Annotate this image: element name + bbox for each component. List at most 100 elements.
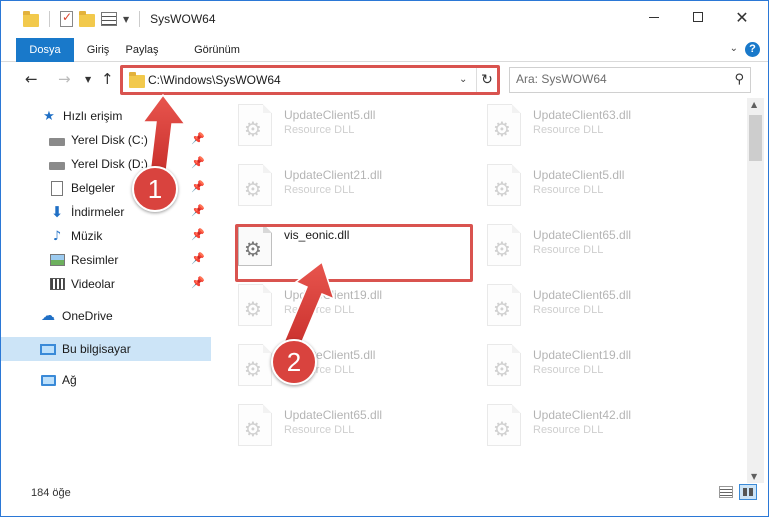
new-folder-icon[interactable] xyxy=(79,10,95,27)
help-button[interactable]: ? xyxy=(745,42,760,57)
cloud-icon: ☁ xyxy=(41,308,55,324)
file-item[interactable]: ⚙ UpdateClient65.dll Resource DLL xyxy=(463,218,698,270)
vertical-scrollbar[interactable]: ▲ ▼ xyxy=(747,98,764,483)
pin-icon[interactable]: 📌 xyxy=(191,276,205,289)
search-icon[interactable]: ⚲ xyxy=(734,72,744,87)
pin-icon[interactable]: 📌 xyxy=(191,228,205,241)
download-icon: ⬇ xyxy=(50,203,64,221)
sidebar-item-music[interactable]: ♪ Müzik 📌 xyxy=(1,224,211,248)
address-path[interactable]: C:\Windows\SysWOW64 xyxy=(148,73,281,87)
gear-icon: ⚙ xyxy=(244,117,262,141)
music-icon: ♪ xyxy=(52,228,62,244)
recent-locations-icon[interactable]: ▼ xyxy=(85,75,91,84)
address-bar[interactable]: C:\Windows\SysWOW64 ⌄ ↻ xyxy=(122,67,498,93)
scroll-thumb[interactable] xyxy=(749,115,762,161)
file-item[interactable]: ⚙ UpdateClient19.dll Resource DLL xyxy=(214,278,449,330)
sidebar-item-videos[interactable]: Videolar 📌 xyxy=(1,272,211,296)
chevron-down-icon[interactable]: ▼ xyxy=(123,15,129,24)
tab-share[interactable]: Paylaş xyxy=(121,38,163,62)
scroll-up-icon[interactable]: ▲ xyxy=(751,100,757,109)
file-name: UpdateClient19.dll xyxy=(284,288,383,302)
gear-icon: ⚙ xyxy=(493,357,511,381)
sidebar-item-pictures[interactable]: Resimler 📌 xyxy=(1,248,211,272)
gear-icon: ⚙ xyxy=(244,237,262,261)
dll-file-icon: ⚙ xyxy=(487,344,521,386)
details-view-icon[interactable] xyxy=(719,486,733,498)
chevron-down-icon[interactable]: ⌄ xyxy=(459,74,467,85)
gear-icon: ⚙ xyxy=(493,417,511,441)
back-arrow-icon[interactable]: ← xyxy=(25,70,38,88)
sidebar-item-network[interactable]: Ağ xyxy=(1,368,211,392)
properties-icon[interactable] xyxy=(60,10,73,27)
navigation-bar: ← → ▼ ↑ C:\Windows\SysWOW64 ⌄ ↻ ⚲ xyxy=(1,63,768,97)
file-item[interactable]: ⚙ UpdateClient21.dll Resource DLL xyxy=(214,158,449,210)
sidebar-item-onedrive[interactable]: ☁ OneDrive xyxy=(1,304,211,328)
item-count: 184 öğe xyxy=(31,487,71,499)
forward-arrow-icon[interactable]: → xyxy=(58,70,71,88)
drive-icon xyxy=(49,132,65,148)
pin-icon[interactable]: 📌 xyxy=(191,156,205,169)
file-item[interactable]: ⚙ UpdateClient5.dll Resource DLL xyxy=(214,98,449,150)
file-type: Resource DLL xyxy=(533,364,604,376)
refresh-icon[interactable]: ↻ xyxy=(476,68,497,92)
dll-file-icon: ⚙ xyxy=(238,164,272,206)
close-icon: ✕ xyxy=(735,7,749,27)
dll-file-icon: ⚙ xyxy=(238,284,272,326)
tab-file[interactable]: Dosya xyxy=(16,38,74,62)
file-name: UpdateClient65.dll xyxy=(284,408,383,422)
sidebar-item-downloads[interactable]: ⬇ İndirmeler 📌 xyxy=(1,200,211,224)
sidebar-item-this-pc[interactable]: Bu bilgisayar xyxy=(1,337,211,361)
sidebar-item-label: OneDrive xyxy=(62,309,113,323)
sidebar-item-quick-access[interactable]: ★ Hızlı erişim xyxy=(1,104,211,128)
search-input[interactable] xyxy=(516,72,716,86)
file-item[interactable]: ⚙ UpdateClient65.dll Resource DLL xyxy=(463,278,698,330)
file-item[interactable]: ⚙ UpdateClient42.dll Resource DLL xyxy=(463,398,698,450)
pin-icon[interactable]: 📌 xyxy=(191,132,205,145)
file-type: Resource DLL xyxy=(284,184,355,196)
sidebar-item-local-disk-c[interactable]: Yerel Disk (C:) 📌 xyxy=(1,128,211,152)
search-box[interactable]: ⚲ xyxy=(509,67,751,93)
sidebar-item-label: Resimler xyxy=(71,253,119,267)
maximize-button[interactable] xyxy=(675,1,721,33)
sidebar-item-local-disk-d[interactable]: Yerel Disk (D:) 📌 xyxy=(1,152,211,176)
file-item[interactable]: ⚙ UpdateClient65.dll Resource DLL xyxy=(214,398,449,450)
tab-view[interactable]: Görünüm xyxy=(189,38,245,62)
pin-icon[interactable]: 📌 xyxy=(191,204,205,217)
scroll-down-icon[interactable]: ▼ xyxy=(751,472,757,481)
sidebar-item-label: Ağ xyxy=(62,373,77,387)
dll-file-icon: ⚙ xyxy=(487,164,521,206)
close-button[interactable]: ✕ xyxy=(719,1,765,33)
callout-badge-1: 1 xyxy=(132,166,178,212)
network-icon xyxy=(40,372,56,388)
file-item-vis-eonic[interactable]: ⚙ vis_eonic.dll xyxy=(214,218,449,270)
file-item[interactable]: ⚙ UpdateClient19.dll Resource DLL xyxy=(463,338,698,390)
view-options-icon[interactable] xyxy=(101,12,117,26)
pictures-icon xyxy=(49,252,65,268)
file-item[interactable]: ⚙ UpdateClient63.dll Resource DLL xyxy=(463,98,698,150)
pin-icon[interactable]: 📌 xyxy=(191,180,205,193)
sidebar-item-label: Yerel Disk (D:) xyxy=(71,157,148,171)
pin-icon[interactable]: 📌 xyxy=(191,252,205,265)
file-type: Resource DLL xyxy=(284,424,355,436)
star-icon: ★ xyxy=(43,108,55,124)
up-arrow-icon[interactable]: ↑ xyxy=(101,70,114,88)
tiles-view-icon[interactable] xyxy=(739,484,757,500)
dll-file-icon: ⚙ xyxy=(487,284,521,326)
minimize-button[interactable] xyxy=(631,1,677,33)
file-item[interactable]: ⚙ UpdateClient5.dll Resource DLL xyxy=(463,158,698,210)
file-type: Resource DLL xyxy=(284,304,355,316)
maximize-icon xyxy=(693,12,703,22)
dll-file-icon: ⚙ xyxy=(238,404,272,446)
tab-home[interactable]: Giriş xyxy=(81,38,115,62)
window-title: SysWOW64 xyxy=(150,12,216,26)
chevron-down-icon[interactable]: ⌄ xyxy=(730,43,738,54)
file-type: Resource DLL xyxy=(284,124,355,136)
quick-access-toolbar: ▼ SysWOW64 xyxy=(23,10,216,27)
sidebar-item-label: Hızlı erişim xyxy=(63,109,123,123)
file-name: UpdateClient42.dll xyxy=(533,408,632,422)
sidebar-item-label: Müzik xyxy=(71,229,103,243)
file-name: vis_eonic.dll xyxy=(284,228,350,242)
file-item[interactable]: ⚙ UpdateClient5.dll Resource DLL xyxy=(214,338,449,390)
sidebar-item-label: Yerel Disk (C:) xyxy=(71,133,148,147)
sidebar-item-documents[interactable]: Belgeler 📌 xyxy=(1,176,211,200)
